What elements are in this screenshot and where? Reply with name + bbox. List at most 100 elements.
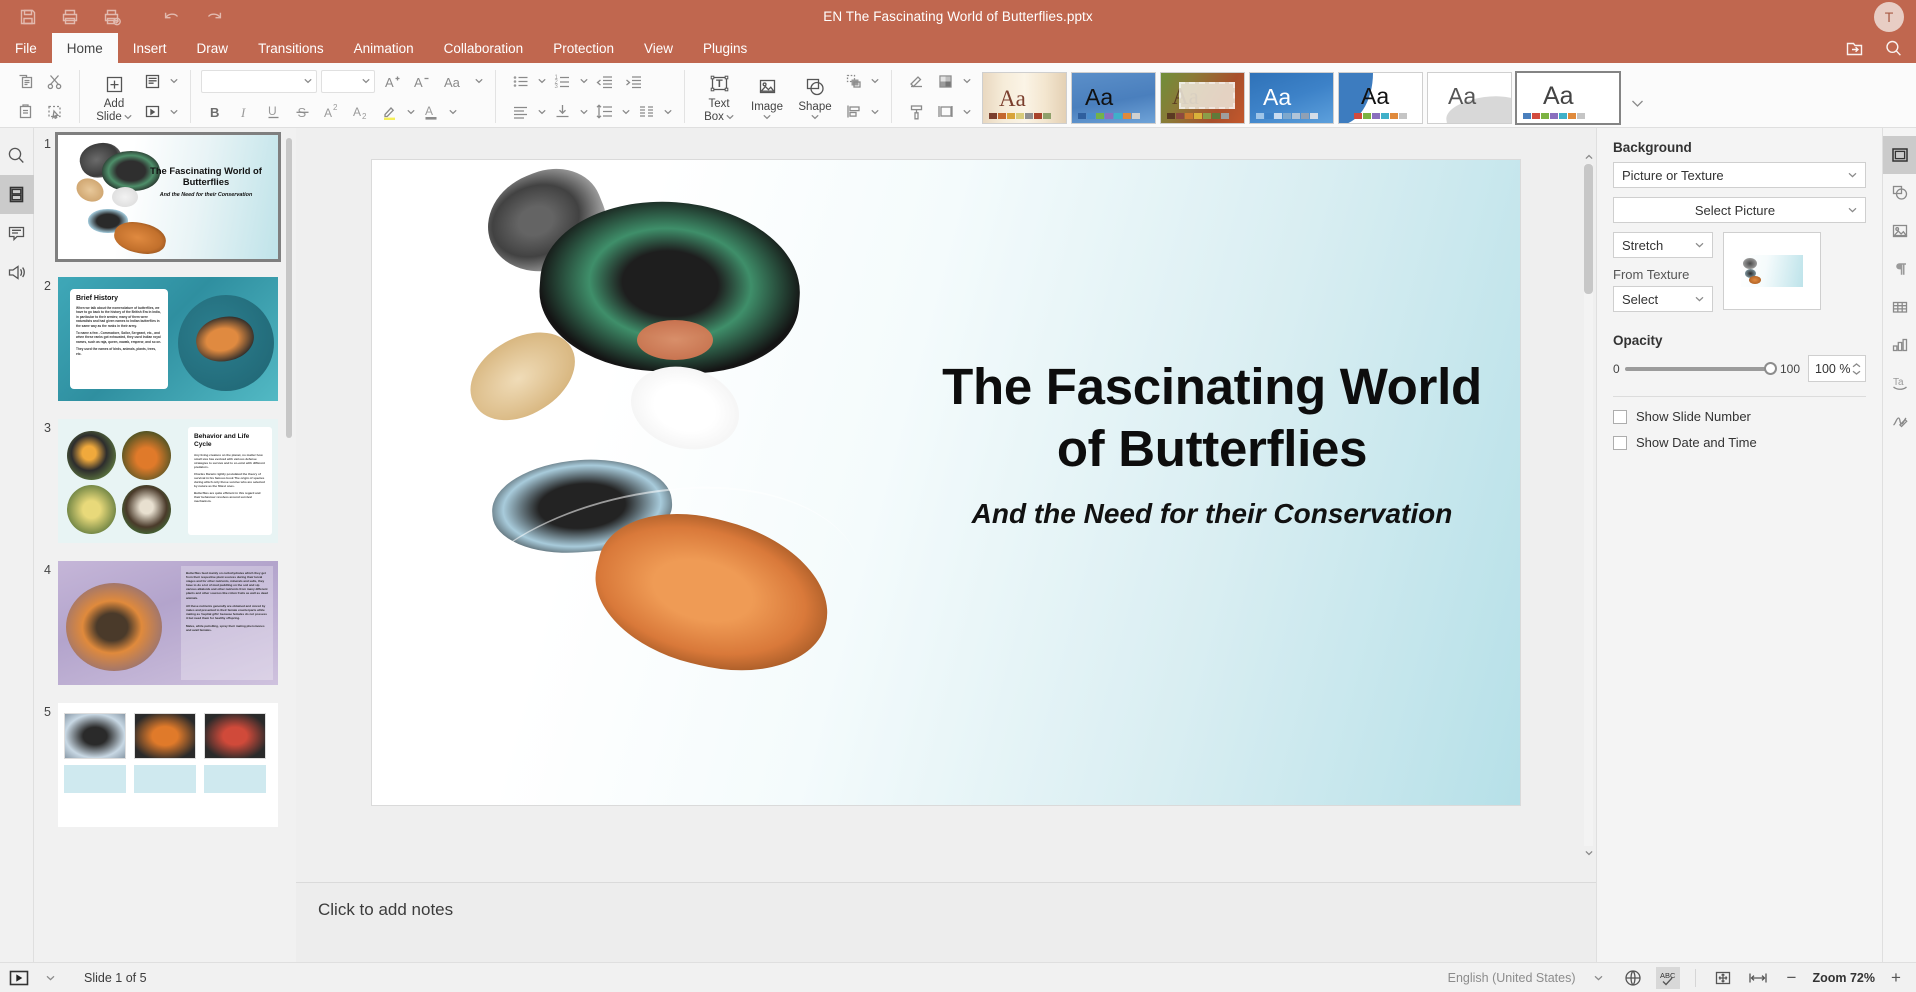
stretch-mode-select[interactable]: Stretch	[1613, 232, 1713, 258]
theme-thumb-official[interactable]: Aa	[1071, 72, 1156, 124]
columns-chevron-down-icon[interactable]	[661, 98, 674, 126]
underline-icon[interactable]: U	[259, 98, 288, 126]
line-spacing-icon[interactable]	[590, 98, 619, 126]
italic-icon[interactable]: I	[230, 98, 259, 126]
highlight-color-icon[interactable]	[375, 98, 404, 126]
slide-list-item[interactable]: 1 The Fascinating World of Butterflies A…	[34, 135, 296, 277]
scroll-up-icon[interactable]	[1583, 150, 1594, 164]
bullets-chevron-down-icon[interactable]	[535, 67, 548, 95]
opacity-slider[interactable]: 0 100	[1613, 362, 1800, 376]
notes-pane[interactable]: Click to add notes	[296, 882, 1596, 962]
increase-font-size-icon[interactable]: A	[378, 67, 407, 95]
set-language-icon[interactable]	[1621, 967, 1645, 989]
superscript-icon[interactable]: A2	[317, 98, 346, 126]
theme-thumb-blank-beige[interactable]: Aa	[982, 72, 1067, 124]
valign-chevron-down-icon[interactable]	[577, 98, 590, 126]
signature-settings-icon[interactable]	[1883, 402, 1916, 440]
opacity-slider-knob[interactable]	[1764, 362, 1777, 375]
numbered-list-icon[interactable]: 123	[548, 67, 577, 95]
increase-indent-icon[interactable]	[619, 67, 648, 95]
columns-icon[interactable]	[632, 98, 661, 126]
tab-file[interactable]: File	[0, 33, 52, 63]
shape-settings-icon[interactable]	[1883, 174, 1916, 212]
bullet-list-icon[interactable]	[506, 67, 535, 95]
canvas-vertical-scrollbar[interactable]	[1583, 150, 1594, 860]
text-box-button[interactable]: T Text Box	[695, 66, 743, 127]
sidebar-feedback-icon[interactable]	[0, 253, 34, 292]
paste-icon[interactable]	[11, 98, 40, 126]
tab-insert[interactable]: Insert	[118, 33, 182, 63]
slide-thumbnail[interactable]: The Fascinating World of Butterflies And…	[58, 135, 278, 259]
slide-size-chevron-down-icon[interactable]	[960, 98, 973, 126]
font-color-chevron-down-icon[interactable]	[446, 98, 459, 126]
select-picture-button[interactable]: Select Picture	[1613, 197, 1866, 223]
slide-thumbnail[interactable]	[58, 703, 278, 827]
zoom-out-button[interactable]: −	[1781, 968, 1801, 988]
align-shape-icon[interactable]	[839, 98, 868, 126]
change-case-chevron-down-icon[interactable]	[472, 67, 485, 95]
theme-thumb-green-retro[interactable]: Aa	[1160, 72, 1245, 124]
sidebar-search-icon[interactable]	[0, 136, 34, 175]
redo-icon[interactable]	[194, 2, 234, 32]
slide-layout-icon[interactable]	[138, 67, 167, 95]
theme-thumb-classic[interactable]: Aa	[1427, 72, 1512, 124]
vertical-align-icon[interactable]	[548, 98, 577, 126]
spell-checking-icon[interactable]: ABC	[1656, 967, 1680, 989]
tab-transitions[interactable]: Transitions	[243, 33, 339, 63]
slide-title[interactable]: The Fascinating World of Butterflies	[932, 356, 1492, 480]
avatar[interactable]: T	[1874, 2, 1904, 32]
cut-icon[interactable]	[40, 67, 69, 95]
slide-list-item[interactable]: 4 Butterflies feed mainly on carbohydrat…	[34, 561, 296, 703]
theme-gallery-expand-icon[interactable]	[1624, 72, 1650, 124]
language-label[interactable]: English (United States)	[1448, 971, 1576, 985]
shape-fill-chevron-down-icon[interactable]	[960, 67, 973, 95]
slide-list-item[interactable]: 2 Brief History When we talk about the n…	[34, 277, 296, 419]
arrange-chevron-down-icon[interactable]	[868, 67, 881, 95]
font-color-icon[interactable]: A	[417, 98, 446, 126]
horizontal-align-icon[interactable]	[506, 98, 535, 126]
slide-thumbnail[interactable]: Brief History When we talk about the nom…	[58, 277, 278, 401]
search-icon[interactable]	[1883, 38, 1904, 58]
show-date-and-time-row[interactable]: Show Date and Time	[1613, 435, 1866, 450]
slide-subtitle[interactable]: And the Need for their Conservation	[932, 495, 1492, 533]
open-file-location-icon[interactable]	[1844, 39, 1865, 58]
theme-thumb-turtle[interactable]: Aa	[1249, 72, 1334, 124]
add-slide-button[interactable]: Add Slide	[90, 66, 138, 127]
show-date-and-time-checkbox[interactable]	[1613, 436, 1627, 450]
chart-settings-icon[interactable]	[1883, 326, 1916, 364]
start-preview-icon[interactable]	[138, 98, 167, 126]
tab-collaboration[interactable]: Collaboration	[429, 33, 539, 63]
tab-draw[interactable]: Draw	[182, 33, 244, 63]
scrollbar-thumb[interactable]	[1584, 164, 1593, 294]
opacity-value-input[interactable]: 100 %	[1808, 355, 1866, 382]
tab-plugins[interactable]: Plugins	[688, 33, 762, 63]
tab-animation[interactable]: Animation	[339, 33, 429, 63]
scroll-down-icon[interactable]	[1583, 846, 1594, 860]
slide-layout-chevron-down-icon[interactable]	[167, 67, 180, 95]
opacity-stepper[interactable]	[1852, 363, 1861, 375]
from-texture-select[interactable]: Select	[1613, 286, 1713, 312]
slideshow-chevron-down-icon[interactable]	[38, 967, 62, 989]
arrange-shape-icon[interactable]	[839, 67, 868, 95]
decrease-font-size-icon[interactable]: A	[407, 67, 436, 95]
theme-thumb-corner[interactable]: Aa	[1338, 72, 1423, 124]
table-settings-icon[interactable]	[1883, 288, 1916, 326]
show-slide-number-checkbox[interactable]	[1613, 410, 1627, 424]
image-settings-icon[interactable]	[1883, 212, 1916, 250]
slide-thumbnail-list[interactable]: 1 The Fascinating World of Butterflies A…	[34, 128, 296, 962]
change-case-icon[interactable]: Aa	[436, 67, 472, 95]
slide-canvas[interactable]: The Fascinating World of Butterflies And…	[372, 160, 1520, 805]
slide-list-scrollbar[interactable]	[286, 138, 292, 438]
decrease-indent-icon[interactable]	[590, 67, 619, 95]
slide-settings-icon[interactable]	[1883, 136, 1916, 174]
fit-to-width-icon[interactable]	[1746, 967, 1770, 989]
strikethrough-icon[interactable]: S	[288, 98, 317, 126]
slide-thumbnail[interactable]: Butterflies feed mainly on carbohydrates…	[58, 561, 278, 685]
zoom-in-button[interactable]: +	[1886, 968, 1906, 988]
slide-list-item[interactable]: 3 Behavior and Life Cycle Any living cre…	[34, 419, 296, 561]
select-slide-size-icon[interactable]	[931, 98, 960, 126]
numbering-chevron-down-icon[interactable]	[577, 67, 590, 95]
tab-protection[interactable]: Protection	[538, 33, 629, 63]
save-icon[interactable]	[8, 2, 48, 32]
print-icon[interactable]	[50, 2, 90, 32]
